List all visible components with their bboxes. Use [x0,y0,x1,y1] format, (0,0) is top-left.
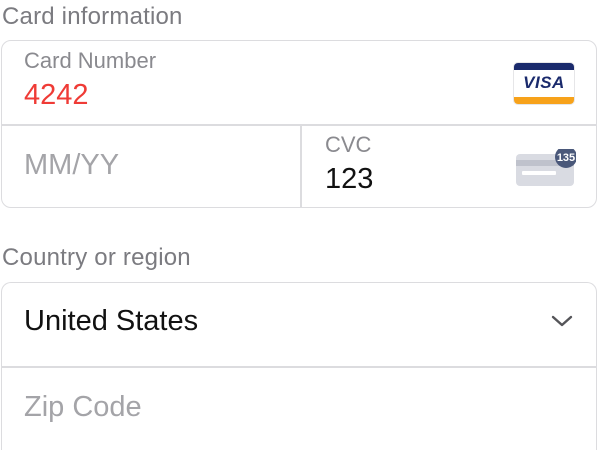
cvc-card-icon: 135 [516,149,576,186]
card-information-label: Card information [2,3,183,30]
cvc-field[interactable]: CVC 123 135 [301,125,597,209]
country-select[interactable]: United States [2,283,596,366]
cvc-label: CVC [325,132,372,157]
visa-brand-text: VISA [523,73,565,92]
cvc-input[interactable]: 123 [325,163,373,196]
chevron-down-icon[interactable] [550,313,574,329]
zip-input[interactable]: Zip Code [24,391,142,424]
zip-field[interactable]: Zip Code [2,367,596,451]
card-information-group: Card Number 4242 VISA MM/YY CVC 123 135 [1,40,597,208]
card-number-field[interactable]: Card Number 4242 VISA [2,41,596,124]
address-group: United States Zip Code [1,282,597,450]
card-number-input[interactable]: 4242 [24,79,89,112]
card-number-label: Card Number [24,48,157,73]
cvc-hint-text: 135 [557,152,575,164]
country-region-label: Country or region [2,244,191,271]
expiry-field[interactable]: MM/YY [2,125,300,209]
expiry-input[interactable]: MM/YY [24,149,119,182]
country-value[interactable]: United States [24,305,198,338]
visa-icon: VISA [514,63,574,104]
